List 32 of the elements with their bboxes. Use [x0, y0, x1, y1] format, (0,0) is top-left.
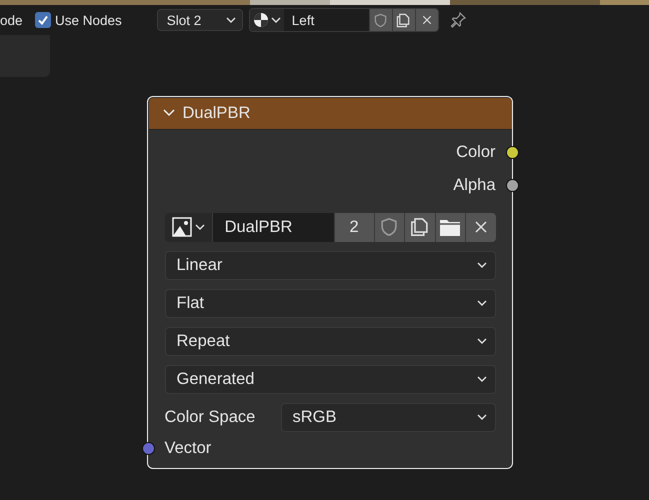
close-icon[interactable] [472, 219, 489, 235]
dropdown[interactable]: Linear [164, 250, 496, 280]
socket-label: Vector [164, 438, 212, 458]
slot-dropdown[interactable]: Slot 2 [156, 9, 243, 31]
shield-icon[interactable] [379, 217, 400, 237]
chevron-icon [226, 17, 236, 23]
node-title: DualPBR [182, 104, 250, 122]
pin-icon[interactable] [448, 11, 467, 29]
editor-label[interactable]: ode [0, 12, 33, 28]
chevron-icon [476, 262, 486, 268]
checkbox[interactable] [35, 12, 51, 28]
color-space-dropdown[interactable]: sRGB [280, 402, 496, 432]
chevron-icon [476, 338, 486, 344]
copy-icon[interactable] [410, 217, 430, 237]
folder-icon[interactable] [439, 217, 462, 237]
socket-dot[interactable] [142, 442, 154, 454]
image-name-field[interactable]: DualPBR [212, 212, 334, 242]
chevron-icon [476, 300, 486, 306]
dropdown[interactable]: Flat [164, 288, 496, 318]
chevron-icon [476, 376, 486, 382]
chevron-icon [195, 224, 206, 230]
dropdown[interactable]: Generated [164, 364, 496, 394]
chevron-icon[interactable] [162, 109, 174, 117]
dropdown[interactable]: Repeat [164, 326, 496, 356]
node-header[interactable]: DualPBR [148, 98, 512, 130]
checkbox-label[interactable]: Use Nodes [55, 12, 122, 28]
image-icon [171, 216, 194, 238]
socket-label: Alpha [453, 176, 496, 194]
field-label: Color Space [164, 408, 256, 426]
socket-label: Color [456, 142, 496, 162]
chevron-icon [476, 414, 486, 420]
user-count-button[interactable]: 2 [334, 212, 374, 242]
